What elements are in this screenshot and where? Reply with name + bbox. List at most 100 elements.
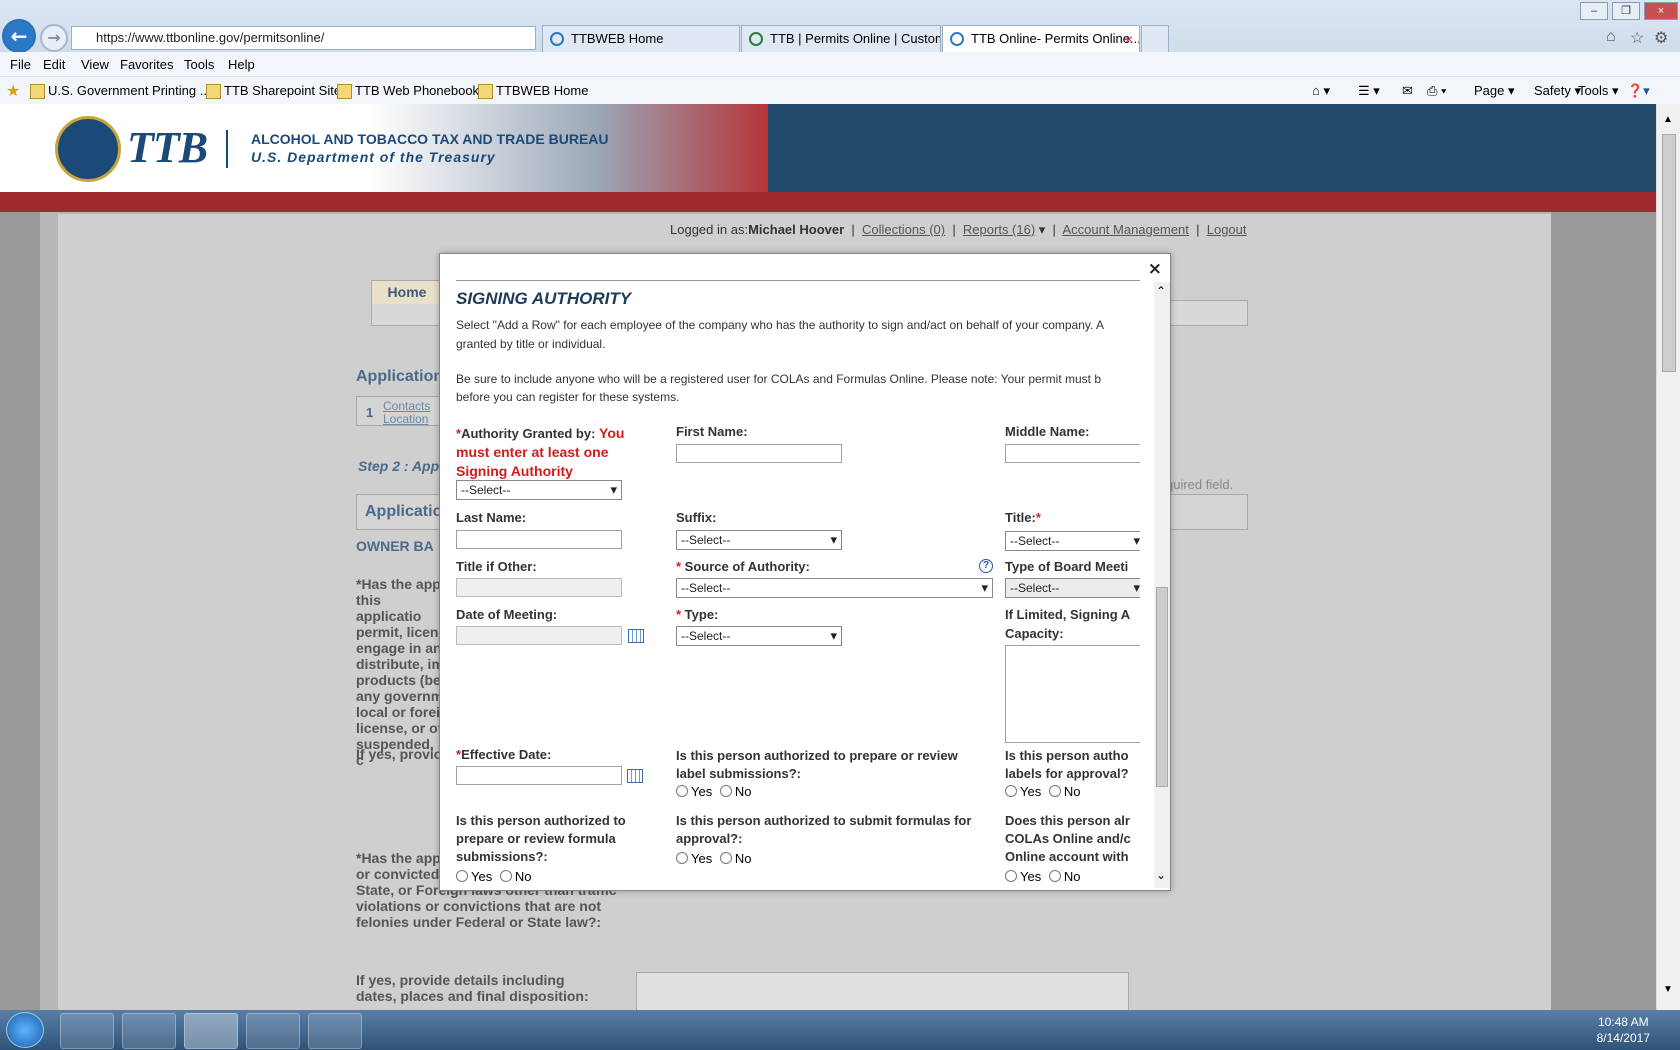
last-name-input[interactable]	[456, 530, 622, 549]
close-dialog-icon[interactable]: ×	[1148, 259, 1162, 279]
no-radio[interactable]	[719, 852, 732, 864]
authority-label-text: Authority Granted by:	[461, 426, 596, 441]
address-url: https://www.ttbonline.gov/permitsonline/	[96, 30, 325, 45]
middle-name-input[interactable]	[1005, 444, 1140, 463]
menu-tools[interactable]: Tools	[184, 57, 214, 72]
collections-link[interactable]: Collections (0)	[862, 222, 945, 237]
no-radio[interactable]	[719, 785, 732, 797]
skype-taskbar-icon[interactable]	[246, 1013, 300, 1049]
labels-approval-radios: Yes No	[1005, 784, 1080, 799]
first-name-input[interactable]	[676, 444, 842, 463]
fav-ttbweb-home[interactable]: TTBWEB Home	[478, 83, 588, 99]
colas-account-radios: Yes No	[1005, 869, 1080, 884]
select-value: --Select--	[681, 581, 731, 595]
no-label: No	[734, 851, 752, 866]
page-scrollbar[interactable]: ▲ ▼	[1656, 104, 1680, 1010]
system-clock[interactable]: 10:48 AM 8/14/2017	[1597, 1014, 1650, 1046]
yes-label: Yes	[1020, 869, 1042, 884]
new-tab-button[interactable]	[1141, 25, 1169, 52]
dialog-scroll-up-icon[interactable]: ⌃	[1156, 284, 1166, 298]
clock-date: 8/14/2017	[1596, 1031, 1650, 1045]
tab-permits-online[interactable]: TTB Online- Permits Online... ×	[942, 25, 1140, 52]
page-menu[interactable]: Page ▾	[1474, 83, 1515, 99]
mail-cmd-icon[interactable]: ✉	[1402, 83, 1413, 99]
select-value: --Select--	[681, 629, 731, 643]
source-authority-select[interactable]: --Select--	[676, 578, 993, 598]
fav-gpo[interactable]: U.S. Government Printing ...	[30, 83, 211, 99]
home-cmd-icon[interactable]: ⌂ ▾	[1312, 83, 1330, 99]
details-textarea[interactable]	[636, 972, 1129, 1010]
no-radio[interactable]	[1048, 870, 1061, 882]
logout-link[interactable]: Logout	[1207, 222, 1247, 237]
effective-date-input[interactable]	[456, 766, 622, 785]
capacity-textarea[interactable]	[1005, 645, 1140, 743]
scroll-down-icon[interactable]: ▼	[1663, 984, 1673, 995]
settings-gear-icon[interactable]: ⚙	[1654, 28, 1668, 48]
favorites-star-icon[interactable]: ☆	[1630, 28, 1644, 48]
forward-button[interactable]: →	[40, 24, 68, 52]
menu-bar: File Edit View Favorites Tools Help	[0, 52, 1680, 76]
page-scroll-thumb[interactable]	[1662, 134, 1676, 372]
start-button[interactable]	[6, 1012, 44, 1048]
explorer-taskbar-icon[interactable]	[122, 1013, 176, 1049]
yes-radio[interactable]	[676, 852, 688, 864]
yes-label: Yes	[1020, 784, 1042, 799]
fav-sharepoint[interactable]: TTB Sharepoint Site	[206, 83, 341, 99]
help-cmd-icon[interactable]: ❓▾	[1627, 83, 1650, 99]
step-location-link[interactable]: Location	[383, 412, 428, 426]
close-window-button[interactable]: ×	[1644, 2, 1678, 20]
safety-menu[interactable]: Safety ▾	[1534, 83, 1581, 99]
minimize-button[interactable]: –	[1580, 2, 1608, 20]
calendar-icon[interactable]	[627, 769, 643, 783]
dialog-scrollbar[interactable]: ⌃ ⌄	[1154, 282, 1170, 888]
yes-radio[interactable]	[676, 785, 688, 797]
tab-ttbweb-home[interactable]: TTBWEB Home	[542, 25, 740, 52]
calendar-icon[interactable]	[628, 629, 644, 643]
account-management-link[interactable]: Account Management	[1062, 222, 1188, 237]
date-meeting-input[interactable]	[456, 626, 622, 645]
board-meeting-select[interactable]: --Select--	[1005, 578, 1140, 598]
address-bar[interactable]: https://www.ttbonline.gov/permitsonline/	[71, 26, 536, 50]
menu-help[interactable]: Help	[228, 57, 255, 72]
ie-taskbar-icon[interactable]	[184, 1013, 238, 1049]
menu-view[interactable]: View	[81, 57, 109, 72]
restore-button[interactable]: ❐	[1612, 2, 1640, 20]
title-other-label: Title if Other:	[456, 559, 537, 574]
reports-dropdown-icon[interactable]: ▾	[1039, 222, 1046, 237]
dialog-scroll-down-icon[interactable]: ⌄	[1156, 868, 1166, 882]
treasury-seal-icon	[55, 116, 121, 182]
feeds-cmd-icon[interactable]: ☰ ▾	[1358, 83, 1380, 99]
no-radio[interactable]	[1048, 785, 1061, 797]
yes-radio[interactable]	[1005, 785, 1017, 797]
outlook-taskbar-icon[interactable]	[60, 1013, 114, 1049]
fav-phonebook[interactable]: TTB Web Phonebook	[337, 83, 479, 99]
app-taskbar-icon[interactable]	[308, 1013, 362, 1049]
no-radio[interactable]	[499, 870, 512, 882]
taskbar: 10:48 AM 8/14/2017	[0, 1010, 1680, 1050]
type-select[interactable]: --Select--	[676, 626, 842, 646]
authority-granted-label: *Authority Granted by: You must enter at…	[456, 425, 625, 479]
print-cmd-icon[interactable]: ⎙ ▾	[1427, 83, 1446, 99]
dialog-scroll-thumb[interactable]	[1156, 587, 1168, 787]
menu-file[interactable]: File	[10, 57, 31, 72]
reports-link[interactable]: Reports (16)	[963, 222, 1035, 237]
tools-menu[interactable]: Tools ▾	[1578, 83, 1619, 99]
home-tab[interactable]: Home	[371, 280, 443, 304]
step-number: 1	[366, 405, 374, 420]
menu-edit[interactable]: Edit	[43, 57, 65, 72]
back-button[interactable]: ←	[2, 19, 36, 53]
scroll-up-icon[interactable]: ▲	[1663, 114, 1673, 125]
suffix-select[interactable]: --Select--	[676, 530, 842, 550]
title-other-input[interactable]	[456, 578, 622, 597]
step-contacts-link[interactable]: Contacts	[383, 399, 430, 413]
authority-granted-select[interactable]: --Select--	[456, 480, 622, 500]
menu-favorites[interactable]: Favorites	[120, 57, 173, 72]
home-icon[interactable]: ⌂	[1606, 28, 1616, 46]
yes-radio[interactable]	[1005, 870, 1017, 882]
title-select[interactable]: --Select--	[1005, 531, 1140, 551]
favorites-star-icon[interactable]: ★	[6, 81, 20, 101]
close-tab-icon[interactable]: ×	[1125, 26, 1133, 52]
tab-permits-customer[interactable]: TTB | Permits Online | Custom...	[741, 25, 941, 52]
yes-radio[interactable]	[456, 870, 468, 882]
help-icon[interactable]: ?	[979, 559, 993, 573]
